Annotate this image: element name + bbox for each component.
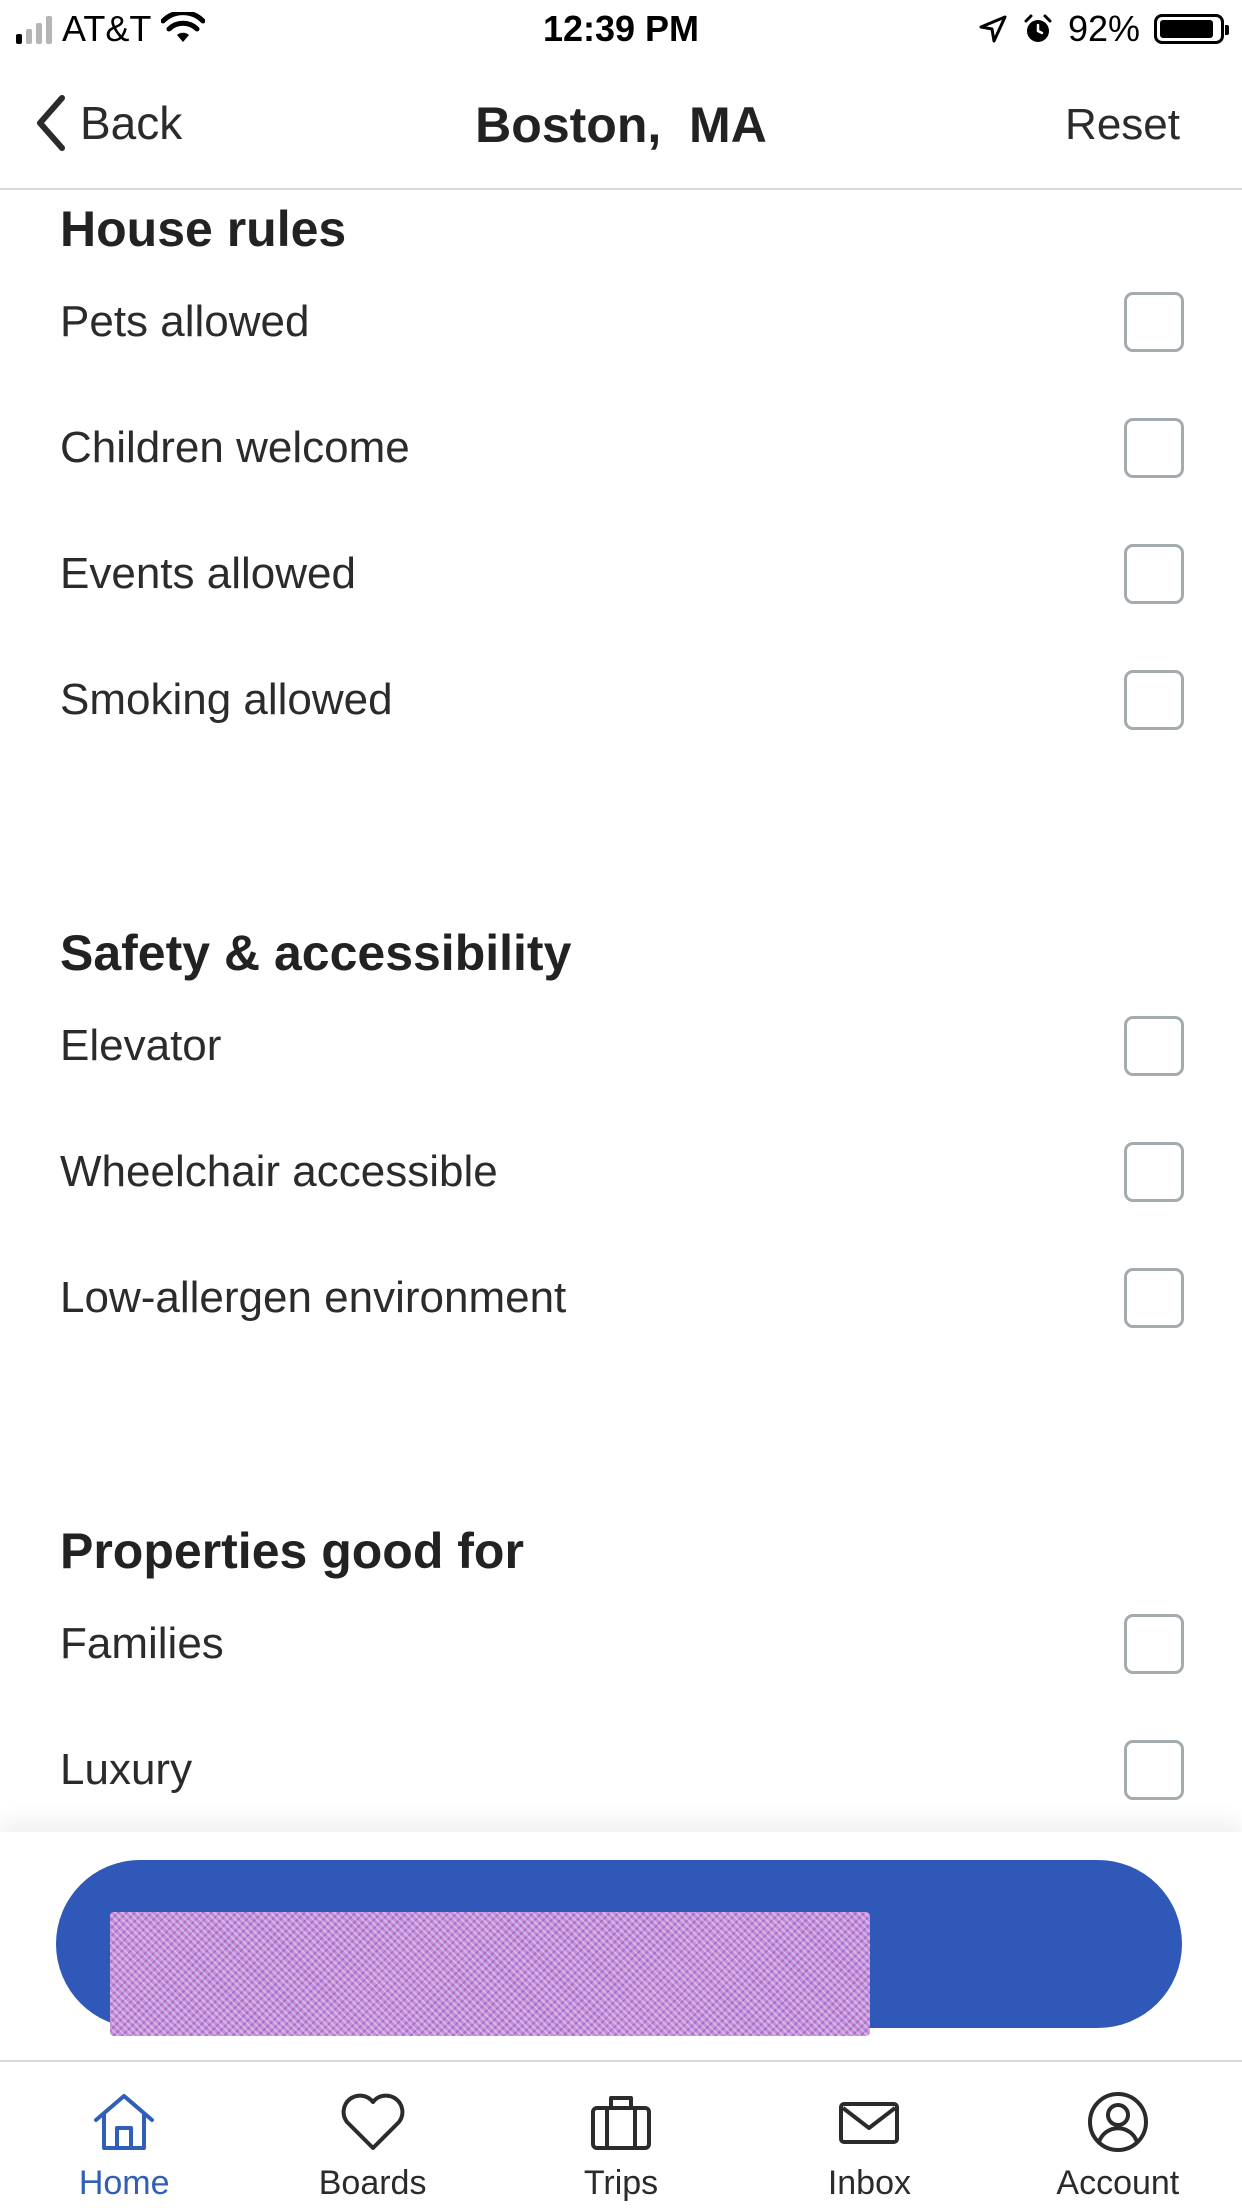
option-label: Children welcome [60, 423, 410, 472]
nav-header: Back Boston, MA Reset [0, 62, 1242, 190]
option-label: Wheelchair accessible [60, 1147, 498, 1196]
option-label: Elevator [60, 1021, 222, 1070]
tab-label: Home [78, 2164, 170, 2202]
checkbox[interactable] [1124, 670, 1184, 730]
option-label: Families [60, 1619, 224, 1668]
tab-label: Boards [318, 2164, 427, 2202]
section-title-house-rules: House rules [60, 201, 347, 257]
checkbox[interactable] [1124, 544, 1184, 604]
account-icon [1087, 2092, 1148, 2152]
option-label: Pets allowed [60, 297, 310, 346]
status-right: 92% [978, 8, 1229, 50]
option-label: Events allowed [60, 549, 356, 598]
option-children-welcome[interactable]: Children welcome [0, 404, 1242, 500]
option-label: Low-allergen environment [60, 1273, 567, 1322]
home-icon [94, 2094, 155, 2150]
checkbox[interactable] [1124, 1142, 1184, 1202]
suitcase-icon [591, 2096, 652, 2150]
tab-inbox[interactable]: Inbox [745, 2062, 993, 2208]
option-pets-allowed[interactable]: Pets allowed [0, 278, 1242, 374]
battery-icon [1154, 14, 1229, 44]
option-smoking-allowed[interactable]: Smoking allowed [0, 656, 1242, 752]
checkbox[interactable] [1124, 1614, 1184, 1674]
option-wheelchair-accessible[interactable]: Wheelchair accessible [0, 1128, 1242, 1224]
option-label: Smoking allowed [60, 675, 393, 724]
heart-icon [341, 2093, 404, 2150]
tab-label: Account [1056, 2164, 1180, 2202]
status-bar: AT&T 12:39 PM 92% [0, 0, 1242, 62]
checkbox[interactable] [1124, 292, 1184, 352]
tab-home[interactable]: Home [0, 2062, 248, 2208]
tab-account[interactable]: Account [994, 2062, 1242, 2208]
envelope-icon [839, 2102, 900, 2144]
tab-label: Inbox [827, 2164, 912, 2202]
tab-boards[interactable]: Boards [248, 2062, 496, 2208]
reset-button[interactable]: Reset [1065, 100, 1180, 150]
option-luxury[interactable]: Luxury [0, 1726, 1242, 1822]
redacted-label [110, 1912, 870, 2036]
section-title-safety-accessibility: Safety & accessibility [60, 925, 572, 981]
option-elevator[interactable]: Elevator [0, 1002, 1242, 1098]
checkbox[interactable] [1124, 1740, 1184, 1800]
checkbox[interactable] [1124, 418, 1184, 478]
location-arrow-icon [979, 15, 1007, 43]
tab-trips[interactable]: Trips [497, 2062, 745, 2208]
option-families[interactable]: Families [0, 1600, 1242, 1696]
tab-label: Trips [583, 2164, 659, 2202]
checkbox[interactable] [1124, 1016, 1184, 1076]
battery-percent: 92% [1067, 8, 1140, 49]
alarm-icon [1024, 14, 1052, 42]
page-title: Boston, MA [475, 97, 767, 153]
option-events-allowed[interactable]: Events allowed [0, 530, 1242, 626]
section-title-properties-good-for: Properties good for [60, 1523, 524, 1579]
option-label: Luxury [60, 1745, 193, 1794]
checkbox[interactable] [1124, 1268, 1184, 1328]
action-bar [0, 1832, 1242, 2060]
tab-bar: Home Boards Trips Inbox Account [0, 2060, 1242, 2208]
option-low-allergen[interactable]: Low-allergen environment [0, 1254, 1242, 1350]
